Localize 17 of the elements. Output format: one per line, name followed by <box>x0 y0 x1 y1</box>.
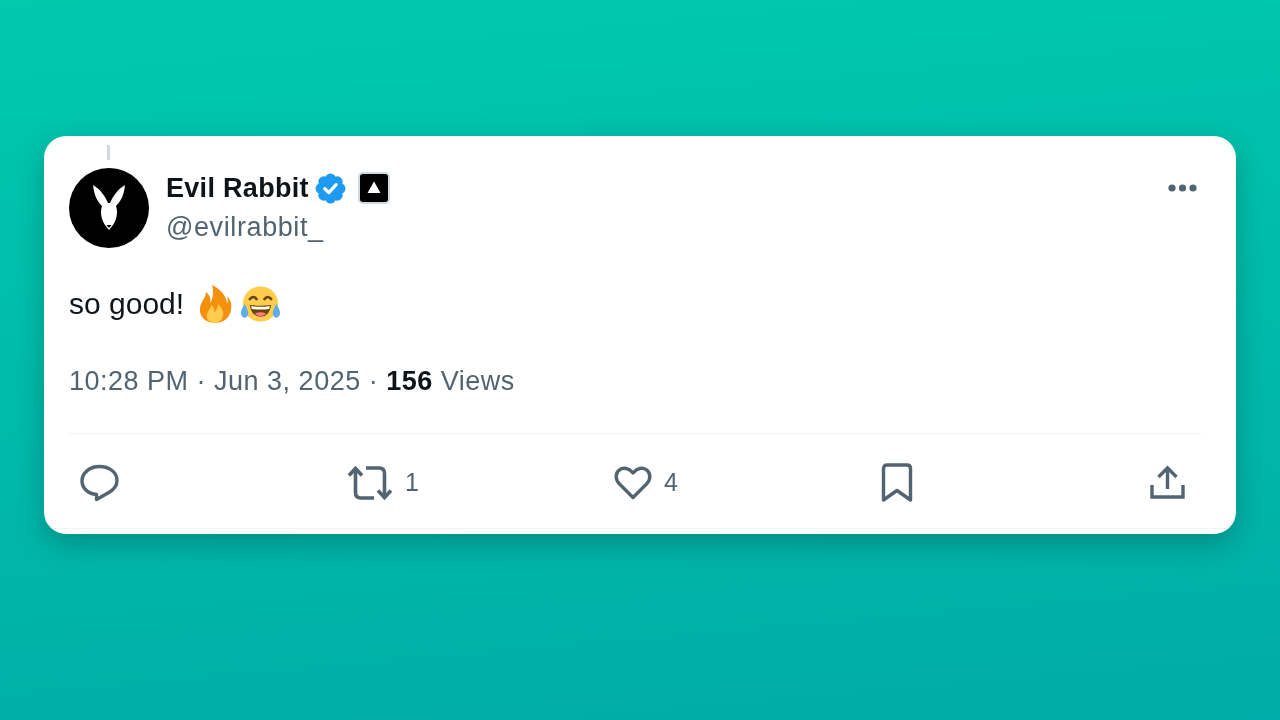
share-icon <box>1150 465 1185 500</box>
tweet-meta: 10:28 PM · Jun 3, 2025 · 156 Views <box>69 365 516 397</box>
share-button[interactable] <box>1150 465 1185 500</box>
laughing-emoji-icon <box>239 284 283 324</box>
speech-bubble-icon <box>80 463 119 502</box>
reply-button[interactable] <box>80 463 119 502</box>
bookmark-button[interactable] <box>881 463 913 502</box>
repost-button[interactable]: 1 <box>347 463 419 502</box>
author-name: Evil Rabbit <box>166 172 309 205</box>
cycle-arrows-icon <box>347 463 393 502</box>
author-handle: @evilrabbit_ <box>166 211 325 244</box>
tweet-text: so good! <box>69 286 185 322</box>
more-icon[interactable] <box>1168 184 1197 192</box>
rabbit-avatar-icon <box>69 168 149 248</box>
like-button[interactable]: 4 <box>614 465 678 500</box>
heart-icon <box>614 465 652 500</box>
bookmark-icon <box>881 463 913 502</box>
